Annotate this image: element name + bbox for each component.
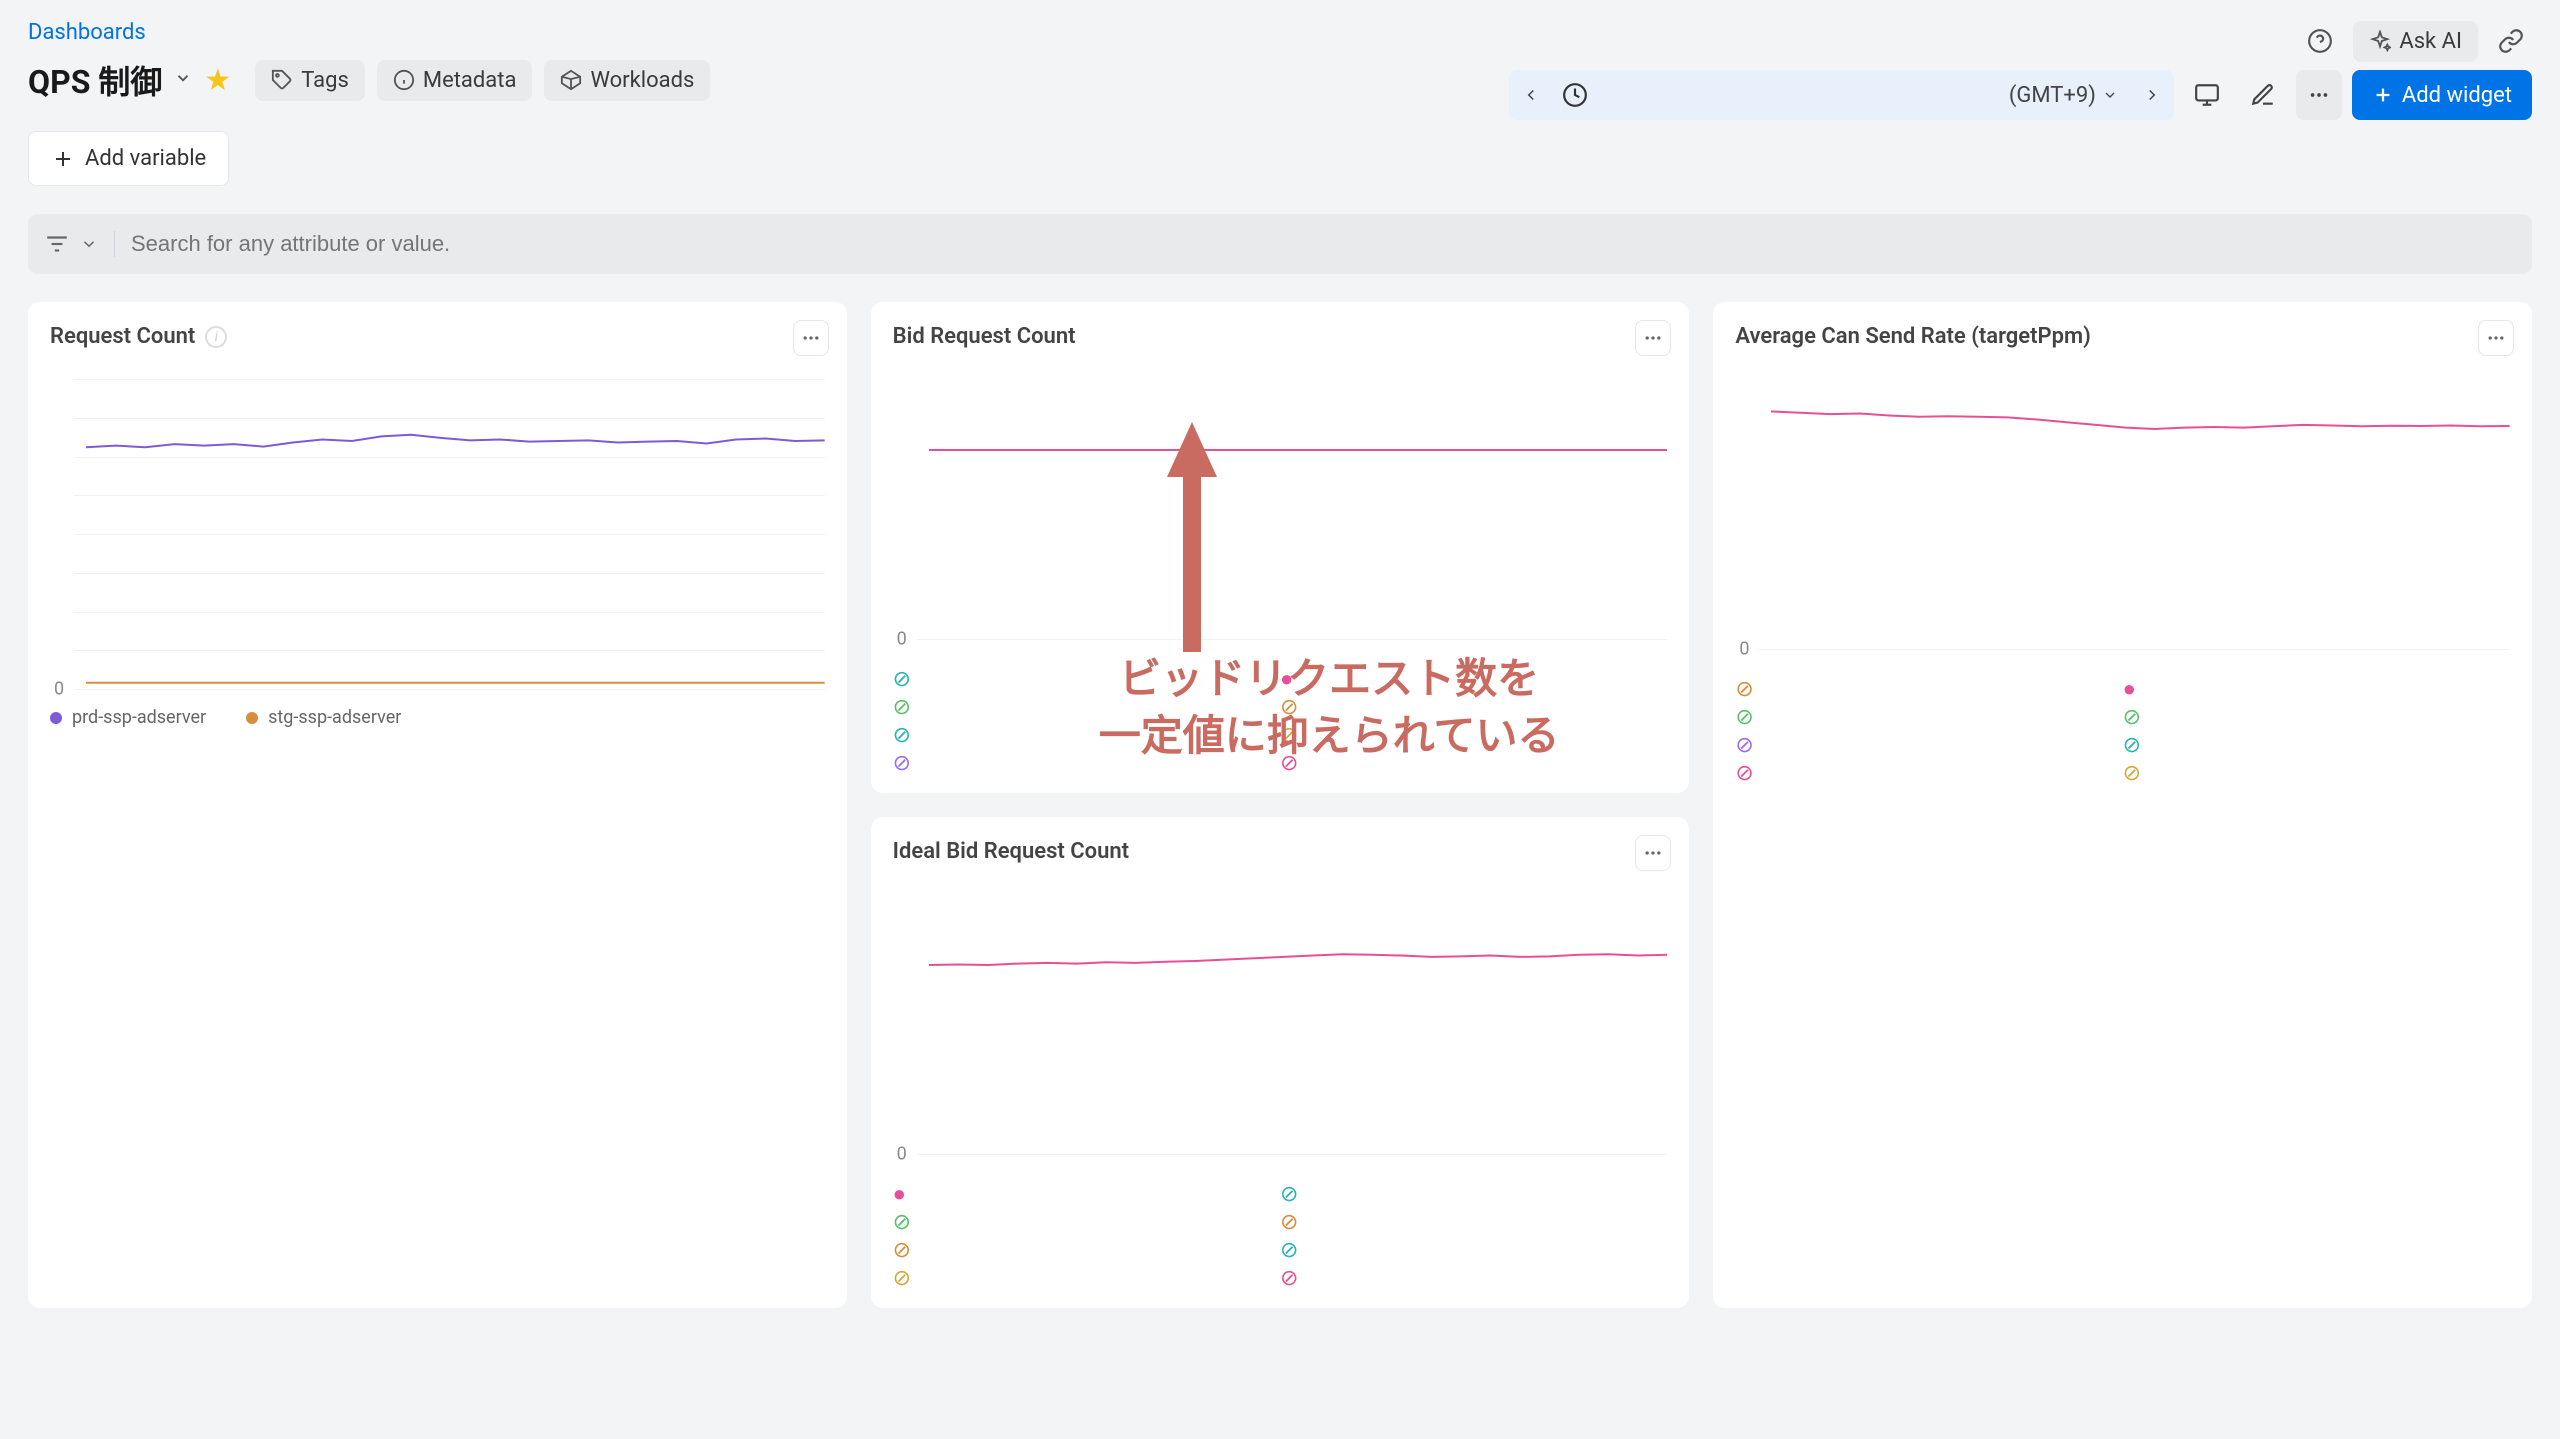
legend-symbol[interactable]: ⊘: [893, 1268, 1280, 1290]
add-variable-button[interactable]: Add variable: [28, 131, 229, 186]
page-title: QPS 制御: [28, 57, 162, 103]
timezone-label: (GMT+9): [2009, 83, 2096, 108]
legend-symbol[interactable]: ⊘: [1280, 725, 1667, 747]
metadata-chip[interactable]: Metadata: [377, 60, 533, 101]
edit-icon[interactable]: [2240, 70, 2286, 120]
help-icon[interactable]: [2299, 20, 2341, 62]
workloads-icon: [560, 69, 582, 91]
legend-dot: [50, 712, 62, 724]
card-title: Bid Request Count: [893, 324, 1076, 349]
legend-grid: ⊘ ● ⊘ ⊘ ⊘ ⊘ ⊘ ⊘: [1735, 679, 2510, 785]
chevron-down-icon: [2102, 87, 2118, 103]
legend-symbol[interactable]: ●: [1280, 669, 1667, 691]
legend-symbol[interactable]: ⊘: [1735, 735, 2122, 757]
legend-symbol[interactable]: ⊘: [1280, 1212, 1667, 1234]
legend-grid: ● ⊘ ⊘ ⊘ ⊘ ⊘ ⊘ ⊘: [893, 1184, 1668, 1290]
display-icon[interactable]: [2184, 70, 2230, 120]
legend-symbol[interactable]: ⊘: [1735, 763, 2122, 785]
card-request-count: Request Count i 0 prd-ssp: [28, 302, 847, 1308]
card-menu-icon[interactable]: [1635, 835, 1671, 871]
metadata-label: Metadata: [423, 68, 517, 93]
card-menu-icon[interactable]: [1635, 320, 1671, 356]
tag-icon: [271, 69, 293, 91]
ask-ai-button[interactable]: Ask AI: [2353, 21, 2478, 62]
title-chevron-icon[interactable]: [174, 69, 192, 91]
timerange-prev-icon[interactable]: [1509, 70, 1553, 120]
legend-symbol[interactable]: ●: [893, 1184, 1280, 1206]
add-variable-label: Add variable: [85, 146, 206, 171]
link-icon[interactable]: [2490, 20, 2532, 62]
legend-symbol[interactable]: ⊘: [893, 669, 1280, 691]
legend-label: stg-ssp-adserver: [268, 707, 401, 728]
card-title: Ideal Bid Request Count: [893, 839, 1129, 864]
legend-symbol[interactable]: ⊘: [893, 725, 1280, 747]
legend-dot: [246, 712, 258, 724]
legend-symbol[interactable]: ⊘: [2123, 763, 2510, 785]
legend-symbol[interactable]: ⊘: [1280, 1240, 1667, 1262]
card-menu-icon[interactable]: [793, 320, 829, 356]
chart-area: 0: [893, 884, 1668, 1154]
legend-symbol[interactable]: ⊘: [893, 1212, 1280, 1234]
timezone-select[interactable]: (GMT+9): [1997, 83, 2130, 108]
card-menu-icon[interactable]: [2478, 320, 2514, 356]
add-widget-label: Add widget: [2402, 83, 2512, 108]
legend-label: prd-ssp-adserver: [72, 707, 206, 728]
card-avg-can-send-rate: Average Can Send Rate (targetPpm) 0 ⊘ ● …: [1713, 302, 2532, 1308]
plus-icon: [51, 147, 75, 171]
sparkle-icon: [2369, 30, 2391, 52]
tags-chip[interactable]: Tags: [255, 60, 365, 101]
workloads-chip[interactable]: Workloads: [544, 60, 710, 101]
chevron-down-icon[interactable]: [80, 235, 98, 253]
info-icon: [393, 69, 415, 91]
clock-icon: [1553, 82, 1597, 108]
legend-symbol[interactable]: ⊘: [2123, 707, 2510, 729]
legend-symbol[interactable]: ⊘: [1735, 707, 2122, 729]
legend-item[interactable]: prd-ssp-adserver: [50, 707, 206, 728]
breadcrumb[interactable]: Dashboards: [28, 20, 2532, 45]
legend-symbol[interactable]: ⊘: [1735, 679, 2122, 701]
legend-symbol[interactable]: ⊘: [893, 1240, 1280, 1262]
timerange-bar[interactable]: (GMT+9): [1509, 70, 2174, 120]
add-widget-button[interactable]: Add widget: [2352, 70, 2532, 120]
chart-svg: [86, 379, 825, 689]
more-icon[interactable]: [2296, 70, 2342, 120]
info-icon[interactable]: i: [205, 326, 227, 348]
filter-icon[interactable]: [44, 231, 70, 257]
card-title: Average Can Send Rate (targetPpm): [1735, 324, 2091, 349]
legend-symbol[interactable]: ⊘: [1280, 697, 1667, 719]
plus-icon: [2372, 84, 2394, 106]
timerange-next-icon[interactable]: [2130, 70, 2174, 120]
search-input[interactable]: [115, 231, 2516, 257]
legend-symbol[interactable]: ⊘: [2123, 735, 2510, 757]
ask-ai-label: Ask AI: [2399, 29, 2462, 54]
legend-symbol[interactable]: ⊘: [1280, 1268, 1667, 1290]
card-ideal-bid-request-count: Ideal Bid Request Count 0 ● ⊘ ⊘ ⊘ ⊘ ⊘ ⊘ …: [871, 817, 1690, 1308]
legend-item[interactable]: stg-ssp-adserver: [246, 707, 401, 728]
card-title: Request Count: [50, 324, 195, 349]
workloads-label: Workloads: [590, 68, 694, 93]
legend-grid: ⊘ ● ⊘ ⊘ ⊘ ⊘ ⊘ ⊘: [893, 669, 1668, 775]
legend-symbol[interactable]: ⊘: [1280, 1184, 1667, 1206]
chart-area: 0: [50, 379, 825, 689]
legend-symbol[interactable]: ⊘: [893, 697, 1280, 719]
axis-zero: 0: [54, 679, 64, 700]
legend-symbol[interactable]: ⊘: [893, 753, 1280, 775]
chart-area: 0: [893, 369, 1668, 639]
card-bid-request-count: Bid Request Count 0 ⊘ ● ⊘ ⊘ ⊘ ⊘ ⊘ ⊘: [871, 302, 1690, 793]
star-icon[interactable]: ★: [204, 63, 231, 98]
tags-label: Tags: [301, 68, 349, 93]
legend-symbol[interactable]: ⊘: [1280, 753, 1667, 775]
legend-symbol[interactable]: ●: [2123, 679, 2510, 701]
chart-area: 0: [1735, 379, 2510, 649]
